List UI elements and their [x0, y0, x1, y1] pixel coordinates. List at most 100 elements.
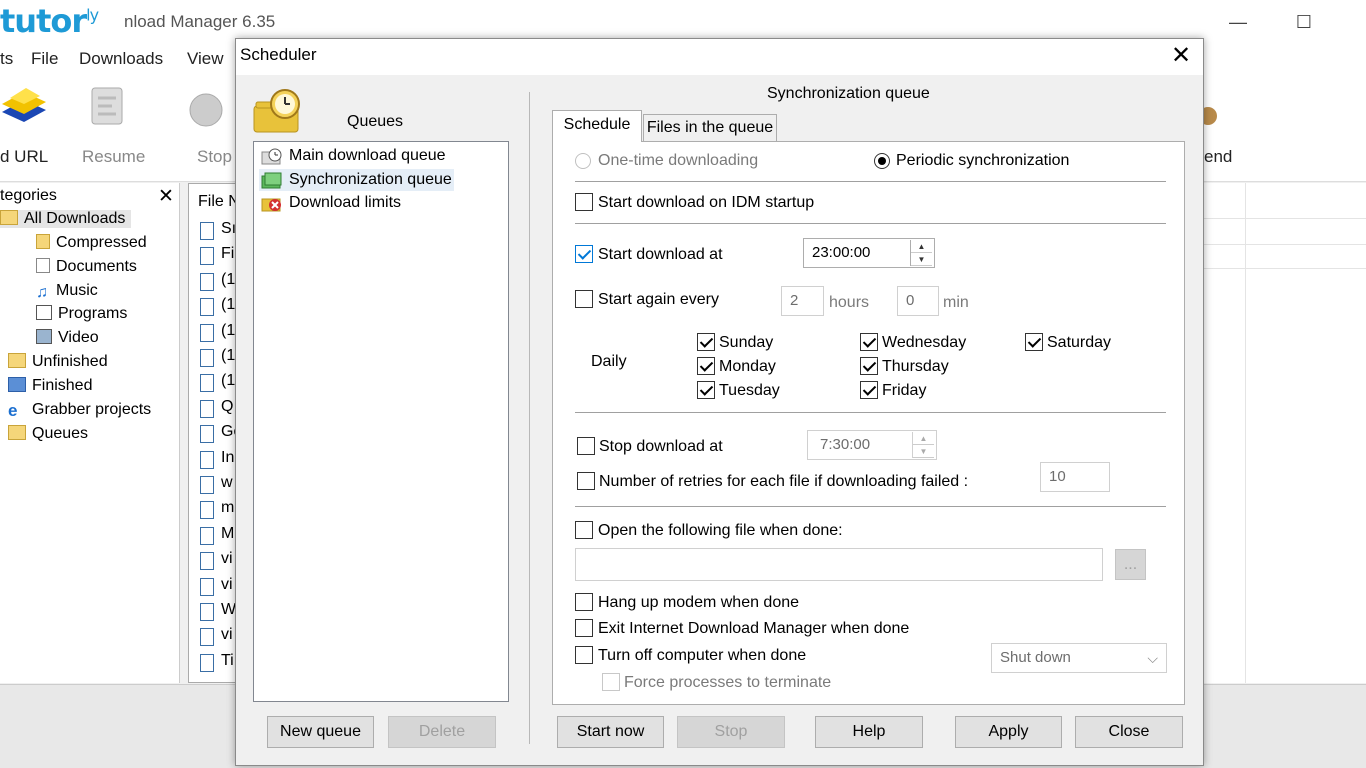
browse-button[interactable]: ... [1115, 549, 1146, 580]
one-time-radio[interactable] [575, 153, 591, 169]
stop-toolbar-button[interactable] [178, 90, 234, 134]
spin-up-icon[interactable]: ▲ [911, 240, 932, 253]
folder-open-icon [0, 210, 18, 225]
retries-label: Number of retries for each file if downl… [599, 473, 969, 490]
category-label: Unfinished [32, 353, 108, 370]
apply-button[interactable]: Apply [955, 716, 1062, 748]
close-button[interactable]: Close [1075, 716, 1183, 748]
thursday-checkbox[interactable] [860, 357, 878, 375]
divider [575, 223, 1166, 224]
file-icon [200, 501, 214, 520]
categories-close-icon[interactable]: ✕ [158, 185, 174, 208]
tab-schedule[interactable]: Schedule [552, 110, 642, 142]
new-queue-button[interactable]: New queue [267, 716, 374, 748]
category-queues[interactable]: Queues [8, 425, 88, 443]
download-limits-icon [261, 198, 281, 212]
file-icon [200, 298, 214, 317]
turn-off-checkbox[interactable] [575, 646, 593, 664]
category-label: Compressed [56, 234, 147, 251]
daily-label: Daily [591, 353, 627, 370]
start-time-spinner[interactable]: ▲ ▼ [910, 240, 932, 266]
hours-label: hours [829, 294, 870, 311]
queue-item-main[interactable]: Main download queue [259, 145, 454, 167]
stop-time-field[interactable]: 7:30:00 ▲ ▼ [807, 430, 937, 460]
stop-time-spinner[interactable]: ▲ ▼ [912, 432, 934, 458]
document-icon [36, 258, 50, 273]
menu-file[interactable]: File [31, 49, 58, 69]
tab-files-in-queue[interactable]: Files in the queue [643, 114, 777, 142]
maximize-button[interactable]: ☐ [1284, 8, 1324, 36]
spin-down-icon[interactable]: ▼ [911, 253, 932, 266]
category-programs[interactable]: Programs [36, 305, 127, 323]
retries-checkbox[interactable] [577, 472, 595, 490]
folder-icon [8, 425, 26, 440]
wednesday-label: Wednesday [882, 334, 967, 351]
minutes-field[interactable]: 0 [897, 286, 939, 316]
spin-up-icon[interactable]: ▲ [913, 432, 934, 445]
scheduler-clock-icon [253, 89, 300, 133]
category-unfinished[interactable]: Unfinished [8, 353, 108, 371]
queue-item-download-limits[interactable]: Download limits [259, 192, 429, 214]
menu-tasks[interactable]: ts [0, 49, 13, 69]
tuesday-checkbox[interactable] [697, 381, 715, 399]
start-now-button[interactable]: Start now [557, 716, 664, 748]
start-at-checkbox[interactable] [575, 245, 593, 263]
delete-queue-button[interactable]: Delete [388, 716, 496, 748]
grid-divider [1204, 244, 1366, 245]
category-music[interactable]: ♫ Music [36, 282, 98, 301]
pane-divider [529, 92, 530, 744]
retries-field[interactable]: 10 [1040, 462, 1110, 492]
tutorly-watermark-logo: tutorly [0, 2, 99, 40]
queue-item-synchronization[interactable]: Synchronization queue [259, 169, 454, 191]
start-time-field[interactable]: 23:00:00 ▲ ▼ [803, 238, 935, 268]
dialog-titlebar [236, 39, 1203, 75]
category-label: Grabber projects [32, 401, 152, 418]
stop-at-label: Stop download at [599, 438, 723, 455]
help-button[interactable]: Help [815, 716, 923, 748]
wednesday-checkbox[interactable] [860, 333, 878, 351]
add-url-label: d URL [0, 147, 49, 166]
periodic-radio[interactable] [874, 153, 890, 169]
queue-label: Download limits [289, 194, 402, 211]
saturday-checkbox[interactable] [1025, 333, 1043, 351]
categories-header: tegories [0, 187, 57, 204]
category-finished[interactable]: Finished [8, 377, 92, 395]
add-url-icon [2, 88, 46, 122]
menu-downloads[interactable]: Downloads [79, 49, 163, 69]
open-file-checkbox[interactable] [575, 521, 593, 539]
category-documents[interactable]: Documents [36, 258, 137, 276]
dialog-close-icon[interactable]: ✕ [1166, 42, 1196, 70]
sunday-checkbox[interactable] [697, 333, 715, 351]
friday-checkbox[interactable] [860, 381, 878, 399]
file-name-column-header[interactable]: File N [198, 193, 240, 211]
queue-label: Synchronization queue [289, 171, 452, 188]
category-compressed[interactable]: Compressed [36, 234, 147, 252]
stop-at-checkbox[interactable] [577, 437, 595, 455]
category-grabber-projects[interactable]: e Grabber projects [8, 401, 151, 419]
monday-checkbox[interactable] [697, 357, 715, 375]
queue-clock-icon [261, 148, 282, 165]
force-terminate-checkbox[interactable] [602, 673, 620, 691]
category-video[interactable]: Video [36, 329, 99, 347]
category-label: Finished [32, 377, 93, 394]
exit-idm-checkbox[interactable] [575, 619, 593, 637]
open-file-path-field[interactable] [575, 548, 1103, 581]
minimize-button[interactable]: — [1218, 8, 1258, 36]
start-on-startup-checkbox[interactable] [575, 193, 593, 211]
start-again-checkbox[interactable] [575, 290, 593, 308]
resume-button[interactable] [84, 82, 132, 134]
divider [575, 412, 1166, 413]
section-title: Synchronization queue [767, 85, 930, 102]
file-icon [200, 526, 214, 545]
stop-button[interactable]: Stop [677, 716, 785, 748]
program-icon [36, 305, 52, 320]
music-icon: ♫ [36, 284, 48, 301]
category-all-downloads[interactable]: All Downloads [0, 210, 132, 228]
hang-up-label: Hang up modem when done [598, 594, 800, 611]
hang-up-checkbox[interactable] [575, 593, 593, 611]
spin-down-icon[interactable]: ▼ [913, 445, 934, 458]
shutdown-select[interactable]: Shut down ⌵ [991, 643, 1167, 673]
menu-view[interactable]: View [187, 49, 224, 69]
add-url-button[interactable] [0, 82, 48, 134]
hours-field[interactable]: 2 [781, 286, 824, 316]
